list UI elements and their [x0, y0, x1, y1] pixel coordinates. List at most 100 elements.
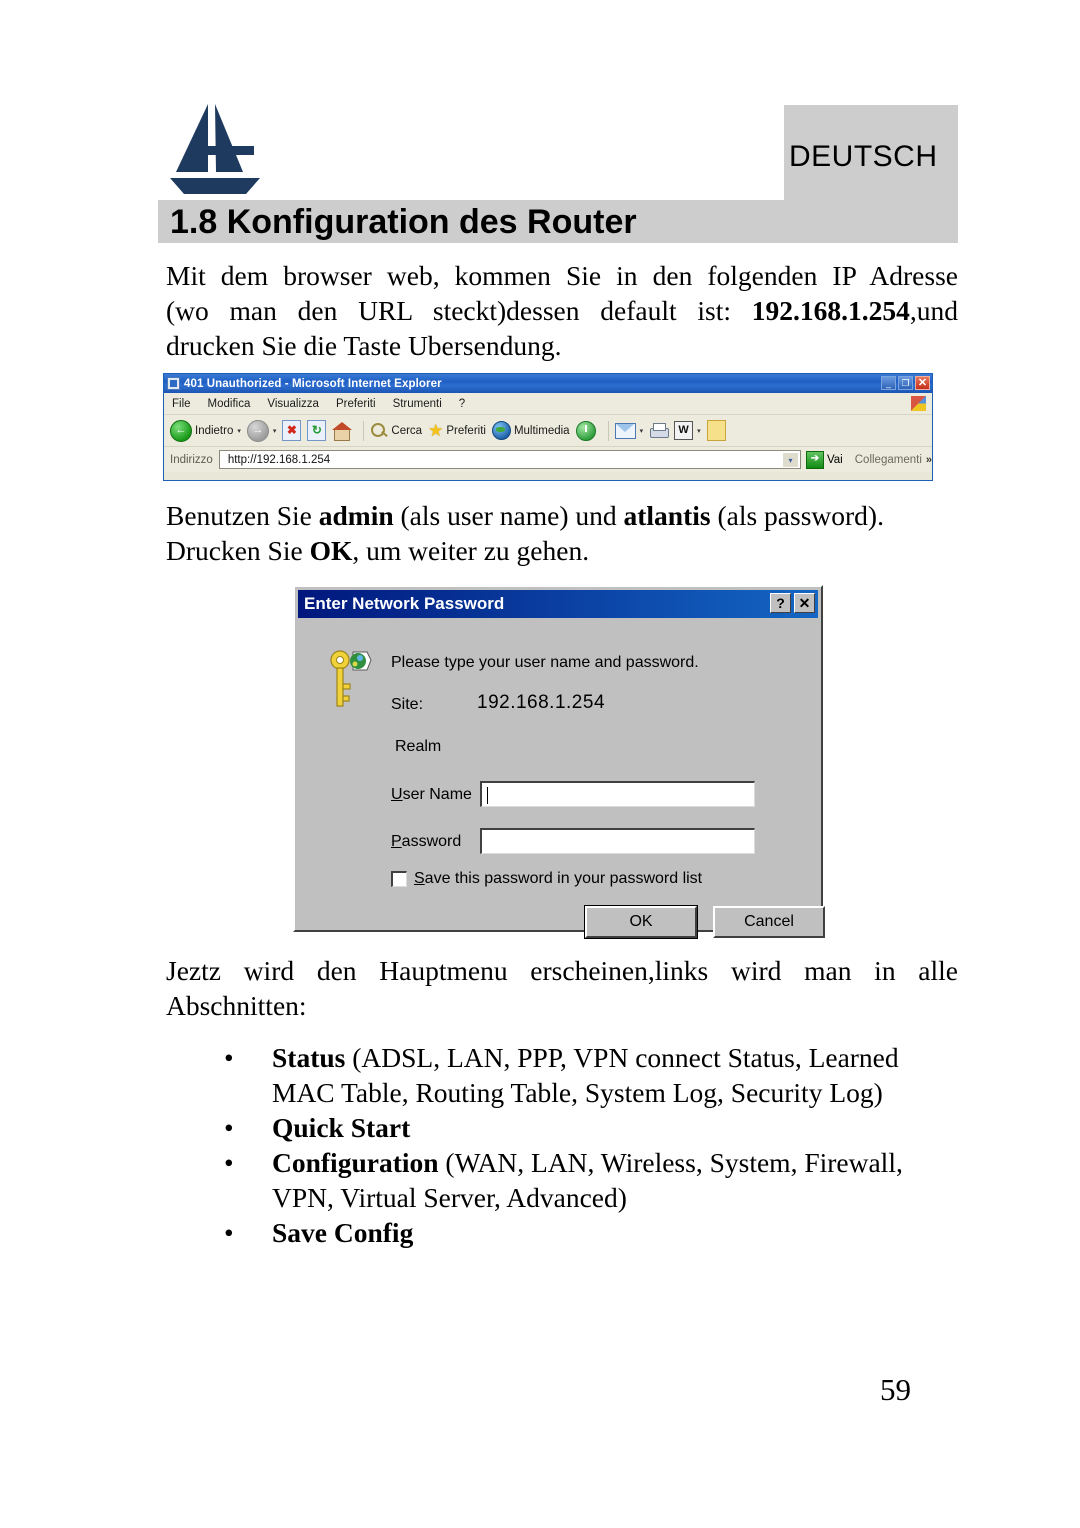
browser-title-text: 401 Unauthorized - Microsoft Internet Ex…	[184, 377, 442, 390]
list-item-title: Status	[272, 1042, 346, 1073]
go-button[interactable]: ➔ Vai	[805, 450, 843, 469]
menu-file[interactable]: File	[172, 398, 191, 410]
history-clock-icon	[575, 420, 596, 441]
restore-button[interactable]: ❐	[898, 376, 913, 390]
links-chevron-icon[interactable]: »	[926, 454, 932, 466]
browser-titlebar: 401 Unauthorized - Microsoft Internet Ex…	[164, 374, 932, 393]
back-button-label: Indietro	[195, 424, 234, 437]
site-value: 192.168.1.254	[477, 692, 606, 713]
address-input[interactable]: http://192.168.1.254 ▾	[218, 450, 801, 469]
favorites-button-label: Preferiti	[446, 424, 486, 437]
forward-button[interactable]: → ▾	[246, 419, 277, 442]
page-header: DEUTSCH 1.8 Konfiguration des Router	[0, 0, 1080, 250]
dialog-title-buttons: ? ✕	[770, 593, 815, 613]
password-input[interactable]	[480, 828, 755, 854]
save-password-checkbox[interactable]	[391, 871, 407, 887]
window-controls: _ ❐ ✕	[881, 376, 930, 390]
list-item: • Quick Start	[210, 1110, 958, 1145]
close-button[interactable]: ✕	[915, 376, 930, 390]
printer-icon	[649, 422, 670, 439]
menu-preferiti[interactable]: Preferiti	[336, 398, 376, 410]
intro-line-3: drucken Sie die Taste Ubersendung.	[166, 330, 562, 361]
links-bar-label[interactable]: Collegamenti	[855, 454, 922, 466]
mail-button[interactable]: ▾	[614, 422, 644, 439]
history-button[interactable]	[575, 420, 596, 441]
menu-strumenti[interactable]: Strumenti	[393, 398, 442, 410]
dialog-prompt-text: Please type your user name and password.	[391, 654, 699, 671]
text-cursor	[487, 787, 488, 804]
multimedia-button[interactable]: Multimedia	[491, 421, 570, 440]
toolbar-separator-2	[607, 420, 609, 441]
refresh-button[interactable]: ↻	[307, 420, 327, 441]
address-dropdown-icon[interactable]: ▾	[782, 453, 798, 467]
enter-network-password-dialog[interactable]: Enter Network Password ? ✕ Please type y…	[293, 585, 825, 939]
browser-address-bar: Indirizzo http://192.168.1.254 ▾ ➔ Vai C…	[164, 447, 932, 472]
key-and-globe-icon	[330, 650, 372, 707]
save-password-label: Save this password in your password list	[414, 870, 702, 888]
favorites-button[interactable]: ★ Preferiti	[428, 422, 486, 439]
mail-chevron-down-icon[interactable]: ▾	[640, 427, 644, 435]
list-item-detail-line2: MAC Table, Routing Table, System Log, Se…	[272, 1077, 883, 1108]
intro-line-2a: (wo man den URL steckt)dessen default is…	[166, 295, 731, 326]
address-bar-label: Indirizzo	[170, 453, 213, 466]
username-value: admin	[318, 500, 394, 531]
password-value: atlantis	[623, 500, 711, 531]
go-button-label: Vai	[826, 453, 843, 466]
password-label: Password	[391, 833, 461, 851]
address-input-value: http://192.168.1.254	[227, 453, 331, 466]
help-button[interactable]: ?	[770, 593, 791, 613]
windows-flag-icon	[911, 396, 926, 411]
edit-button[interactable]: ▾	[674, 421, 701, 440]
credentials-paragraph: Benutzen Sie admin (als user name) und a…	[166, 498, 958, 568]
language-badge-label: DEUTSCH	[789, 140, 938, 173]
search-button[interactable]: Cerca	[370, 422, 422, 440]
cancel-button[interactable]: Cancel	[713, 906, 825, 938]
back-arrow-icon: ←	[170, 419, 192, 442]
list-item-title: Save Config	[272, 1217, 414, 1248]
home-button[interactable]	[332, 421, 353, 441]
bullet-icon: •	[224, 1042, 234, 1073]
chevron-down-icon[interactable]: ▾	[237, 427, 241, 435]
main-menu-paragraph: Jeztz wird den Hauptmenu erscheinen,link…	[166, 953, 958, 1023]
stop-button[interactable]: ✖	[282, 420, 302, 441]
list-item-detail-line2: VPN, Virtual Server, Advanced)	[272, 1182, 627, 1213]
save-password-mnemonic: S	[414, 870, 425, 887]
edit-chevron-down-icon[interactable]: ▾	[697, 427, 701, 435]
list-item: • Save Config	[210, 1215, 958, 1250]
forward-chevron-down-icon[interactable]: ▾	[273, 427, 277, 435]
list-item-detail-line1: (ADSL, LAN, PPP, VPN connect Status, Lea…	[345, 1042, 899, 1073]
refresh-icon: ↻	[307, 420, 327, 441]
list-item: • Configuration (WAN, LAN, Wireless, Sys…	[210, 1145, 958, 1215]
bullet-icon: •	[224, 1217, 234, 1248]
page-title: 1.8 Konfiguration des Router	[170, 203, 637, 241]
credentials-text-b: (als user name) und	[393, 500, 624, 531]
dialog-title: Enter Network Password	[304, 594, 505, 613]
mail-icon	[614, 422, 636, 439]
browser-menubar: File Modifica Visualizza Preferiti Strum…	[164, 393, 932, 415]
user-name-label: User Name	[391, 786, 472, 804]
menu-visualizza[interactable]: Visualizza	[267, 398, 319, 410]
password-label-rest: assword	[401, 833, 462, 850]
user-name-input[interactable]	[480, 781, 755, 807]
credentials-text-c: (als password).	[710, 500, 884, 531]
menu-modifica[interactable]: Modifica	[208, 398, 251, 410]
menu-help[interactable]: ?	[459, 398, 465, 410]
site-label: Site:	[391, 696, 424, 713]
save-password-row[interactable]: Save this password in your password list	[391, 870, 702, 888]
realm-label: Realm	[395, 738, 442, 755]
dialog-close-button[interactable]: ✕	[794, 593, 815, 613]
edit-word-icon	[674, 421, 694, 440]
back-button[interactable]: ← Indietro ▾	[170, 419, 241, 442]
print-button[interactable]	[649, 422, 670, 439]
list-item: • Status (ADSL, LAN, PPP, VPN connect St…	[210, 1040, 958, 1110]
internet-explorer-window[interactable]: 401 Unauthorized - Microsoft Internet Ex…	[163, 373, 933, 481]
ie-document-icon	[167, 377, 180, 390]
list-item-detail-line1: (WAN, LAN, Wireless, System, Firewall,	[438, 1147, 903, 1178]
intro-paragraph: Mit dem browser web, kommen Sie in den f…	[166, 258, 958, 363]
ok-button[interactable]: OK	[584, 905, 698, 939]
minimize-button[interactable]: _	[881, 376, 896, 390]
search-button-label: Cerca	[391, 424, 423, 437]
default-ip-value: 192.168.1.254	[751, 295, 910, 326]
notes-button[interactable]	[706, 420, 726, 441]
intro-line-1: Mit dem browser web, kommen Sie in den f…	[166, 260, 958, 291]
